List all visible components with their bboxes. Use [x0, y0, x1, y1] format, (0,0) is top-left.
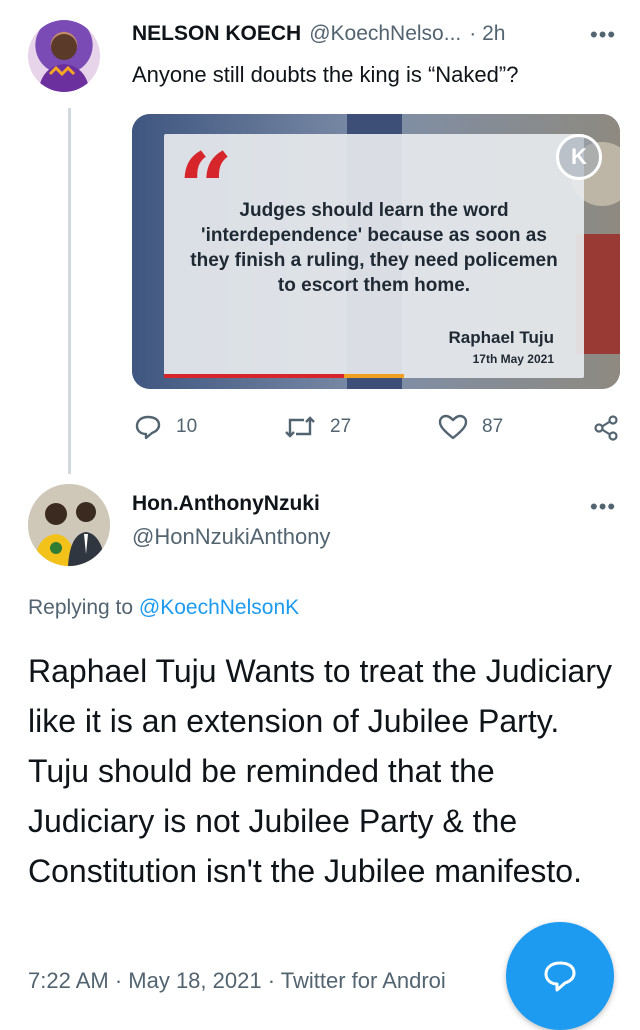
retweet-button[interactable]: 27 [284, 414, 351, 440]
reply-author-handle[interactable]: @HonNzukiAnthony [132, 524, 330, 550]
replying-to-label: Replying to [28, 596, 139, 619]
reply-button[interactable]: 10 [134, 414, 197, 440]
author-handle[interactable]: @KoechNelso... [309, 22, 461, 46]
reply-text: Raphael Tuju Wants to treat the Judiciar… [28, 653, 612, 889]
reply-count: 10 [176, 416, 198, 437]
retweet-count: 27 [330, 416, 352, 437]
like-button[interactable]: 87 [438, 414, 503, 440]
like-count: 87 [482, 416, 504, 437]
compose-reply-icon [544, 961, 576, 992]
quote-text: Judges should learn the word 'interdepen… [190, 200, 558, 296]
share-icon [594, 415, 618, 441]
thread-connector-line [68, 108, 71, 474]
tweet-text: Anyone still doubts the king is “Naked”? [132, 62, 519, 87]
author-name[interactable]: NELSON KOECH [132, 22, 301, 46]
avatar-nelson-koech[interactable] [28, 20, 100, 92]
avatar-anthony-nzuki[interactable] [28, 484, 110, 566]
k24-logo: K [556, 134, 602, 180]
quote-accent-bar [164, 374, 344, 378]
quote-attribution: Raphael Tuju [448, 328, 554, 347]
replying-to-handle[interactable]: @KoechNelsonK [139, 596, 299, 619]
like-icon [438, 414, 468, 440]
quote-accent-bar-secondary [344, 374, 404, 378]
retweet-icon [285, 416, 315, 438]
more-icon[interactable]: ••• [590, 494, 616, 520]
reply-author-name[interactable]: Hon.AnthonyNzuki [132, 492, 320, 516]
more-icon[interactable]: ••• [590, 22, 616, 48]
quote-date: 17th May 2021 [472, 352, 554, 366]
tweet-meta[interactable]: 7:22 AM · May 18, 2021 · Twitter for And… [28, 968, 446, 994]
reply-icon [135, 415, 161, 440]
tweet-time[interactable]: · 2h [469, 22, 505, 46]
share-button[interactable] [592, 414, 620, 447]
quote-panel: “ Judges should learn the word 'interdep… [164, 134, 584, 378]
tweet-image[interactable]: “ Judges should learn the word 'interdep… [132, 114, 620, 389]
compose-reply-button[interactable] [506, 922, 614, 1030]
